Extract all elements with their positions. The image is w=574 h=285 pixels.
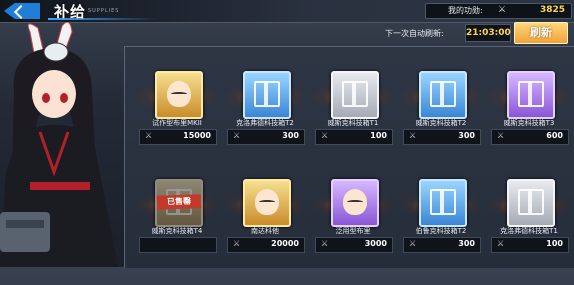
tech-box-icon <box>342 81 368 107</box>
crossed-swords-icon: ⚔ <box>497 131 505 140</box>
shop-item[interactable]: 威斯克科技箱T2 ⚔ 300 <box>401 69 481 177</box>
tech-box-icon <box>254 81 280 107</box>
merit-label: 我的功勋: <box>448 6 483 15</box>
back-button[interactable] <box>4 3 40 19</box>
shop-panel: 试作型布里MKII ⚔ 15000 克洛弗德科技箱T2 ⚔ 300 威斯克科技箱T1 ⚔ 100… <box>124 46 574 268</box>
item-icon-frame[interactable] <box>507 179 555 227</box>
crossed-swords-icon: ⚔ <box>233 131 241 140</box>
item-name: 泛用型布里 <box>335 227 371 235</box>
shop-item[interactable]: 泛用型布里 ⚔ 3000 <box>313 177 393 285</box>
price-amount: 600 <box>546 131 563 140</box>
merit-counter: 我的功勋: ⚔ 3825 <box>425 3 572 19</box>
item-name: 威斯克科技箱T4 <box>151 227 203 235</box>
item-price: ⚔ 20000 <box>227 237 305 253</box>
price-amount: 100 <box>546 239 563 248</box>
tech-box-icon <box>518 81 544 107</box>
item-icon-frame[interactable] <box>331 71 379 119</box>
shop-item[interactable]: 已售罄威斯克科技箱T4 <box>137 177 217 285</box>
top-bar: 补给 SUPPLIES 我的功勋: ⚔ 3825 <box>0 0 574 23</box>
merit-value: 3825 <box>539 5 565 15</box>
shop-item[interactable]: 威斯克科技箱T1 ⚔ 100 <box>313 69 393 177</box>
shop-item[interactable]: 威斯克科技箱T3 ⚔ 600 <box>489 69 569 177</box>
shop-item[interactable]: 试作型布里MKII ⚔ 15000 <box>137 69 217 177</box>
shop-item[interactable]: 克洛弗德科技箱T2 ⚔ 300 <box>225 69 305 177</box>
item-name: 克洛弗德科技箱T1 <box>500 227 558 235</box>
item-price: ⚔ 100 <box>491 237 569 253</box>
price-amount: 100 <box>370 131 387 140</box>
page-subtitle: SUPPLIES <box>88 8 120 14</box>
item-name: 克洛弗德科技箱T2 <box>236 119 294 127</box>
title-underline <box>48 18 158 20</box>
item-name: 威斯克科技箱T2 <box>415 119 467 127</box>
item-icon-frame[interactable] <box>507 71 555 119</box>
crossed-swords-icon: ⚔ <box>409 239 417 248</box>
item-name: 伯鲁克科技箱T2 <box>415 227 467 235</box>
price-amount: 300 <box>458 131 475 140</box>
item-icon-frame[interactable] <box>243 71 291 119</box>
item-icon-frame[interactable] <box>331 179 379 227</box>
item-price: ⚔ 100 <box>315 129 393 145</box>
price-amount: 20000 <box>271 239 299 248</box>
secretary-character-art <box>0 21 135 267</box>
tech-box-icon <box>430 189 456 215</box>
item-name: 威斯克科技箱T1 <box>327 119 379 127</box>
price-amount: 300 <box>458 239 475 248</box>
item-price: ⚔ 300 <box>403 237 481 253</box>
shop-item[interactable]: 伯鲁克科技箱T2 ⚔ 300 <box>401 177 481 285</box>
item-icon-frame[interactable] <box>419 71 467 119</box>
refresh-label: 下一次自动刷新: <box>385 29 444 38</box>
item-name: 威斯克科技箱T3 <box>503 119 555 127</box>
crossed-swords-icon: ⚔ <box>233 239 241 248</box>
item-name: 南达科他 <box>251 227 279 235</box>
item-icon-frame[interactable] <box>243 179 291 227</box>
item-price: ⚔ 300 <box>227 129 305 145</box>
crossed-swords-icon: ⚔ <box>321 239 329 248</box>
shop-item[interactable]: 克洛弗德科技箱T1 ⚔ 100 <box>489 177 569 285</box>
character-portrait-icon <box>343 189 367 215</box>
character-portrait-icon <box>255 189 279 215</box>
item-price: ⚔ 600 <box>491 129 569 145</box>
tech-box-icon <box>518 189 544 215</box>
price-amount: 3000 <box>364 239 387 248</box>
item-price: ⚔ 300 <box>403 129 481 145</box>
tech-box-icon <box>430 81 456 107</box>
sold-out-badge: 已售罄 <box>156 194 202 210</box>
crossed-swords-icon: ⚔ <box>497 239 505 248</box>
crossed-swords-icon: ⚔ <box>321 131 329 140</box>
item-icon-frame[interactable] <box>419 179 467 227</box>
crossed-swords-icon: ⚔ <box>498 5 507 15</box>
item-name: 试作型布里MKII <box>152 119 202 127</box>
price-amount: 300 <box>282 131 299 140</box>
price-amount: 15000 <box>183 131 211 140</box>
crossed-swords-icon: ⚔ <box>145 131 153 140</box>
item-price: ⚔ 3000 <box>315 237 393 253</box>
refresh-button[interactable]: 刷新 <box>514 22 568 44</box>
refresh-timer: 21:03:00 <box>465 24 511 42</box>
item-price <box>139 237 217 253</box>
crossed-swords-icon: ⚔ <box>409 131 417 140</box>
character-portrait-icon <box>167 81 191 107</box>
item-price: ⚔ 15000 <box>139 129 217 145</box>
shop-item[interactable]: 南达科他 ⚔ 20000 <box>225 177 305 285</box>
item-icon-frame[interactable] <box>155 71 203 119</box>
